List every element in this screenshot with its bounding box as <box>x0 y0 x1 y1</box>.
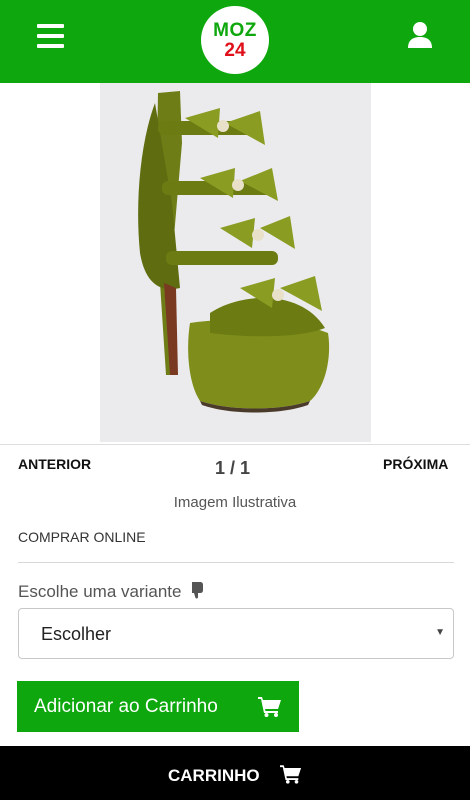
add-to-cart-label: Adicionar ao Carrinho <box>34 696 218 717</box>
logo-text-24: 24 <box>224 40 246 61</box>
next-image-link[interactable]: PRÓXIMA <box>383 456 448 472</box>
shopping-cart-icon <box>258 696 282 722</box>
image-caption: Imagem Ilustrativa <box>173 494 297 511</box>
variant-label: Escolhe uma variante <box>18 581 204 604</box>
user-account-icon[interactable] <box>406 21 434 49</box>
hamburger-menu-icon[interactable] <box>37 24 64 48</box>
variant-select[interactable]: Escolher ▼ <box>18 608 454 659</box>
image-counter: 1 / 1 <box>215 458 251 478</box>
buy-online-heading: COMPRAR ONLINE <box>18 529 146 545</box>
dropdown-arrow-icon: ▼ <box>435 627 445 638</box>
product-image[interactable] <box>100 83 371 442</box>
top-header: MOZ 24 <box>0 0 470 83</box>
section-divider <box>18 562 454 563</box>
cart-footer-bar[interactable]: CARRINHO <box>0 746 470 800</box>
logo-text-moz: MOZ <box>213 20 257 41</box>
hand-pointing-down-icon <box>190 581 204 604</box>
site-logo[interactable]: MOZ 24 <box>201 6 269 74</box>
variant-label-text: Escolhe uma variante <box>18 582 182 601</box>
add-to-cart-button[interactable]: Adicionar ao Carrinho <box>17 681 299 732</box>
variant-select-value: Escolher <box>41 624 112 644</box>
cart-footer-label: CARRINHO <box>168 766 260 785</box>
previous-image-link[interactable]: ANTERIOR <box>18 456 91 472</box>
gallery-divider <box>0 444 470 445</box>
shopping-cart-icon <box>280 764 302 789</box>
